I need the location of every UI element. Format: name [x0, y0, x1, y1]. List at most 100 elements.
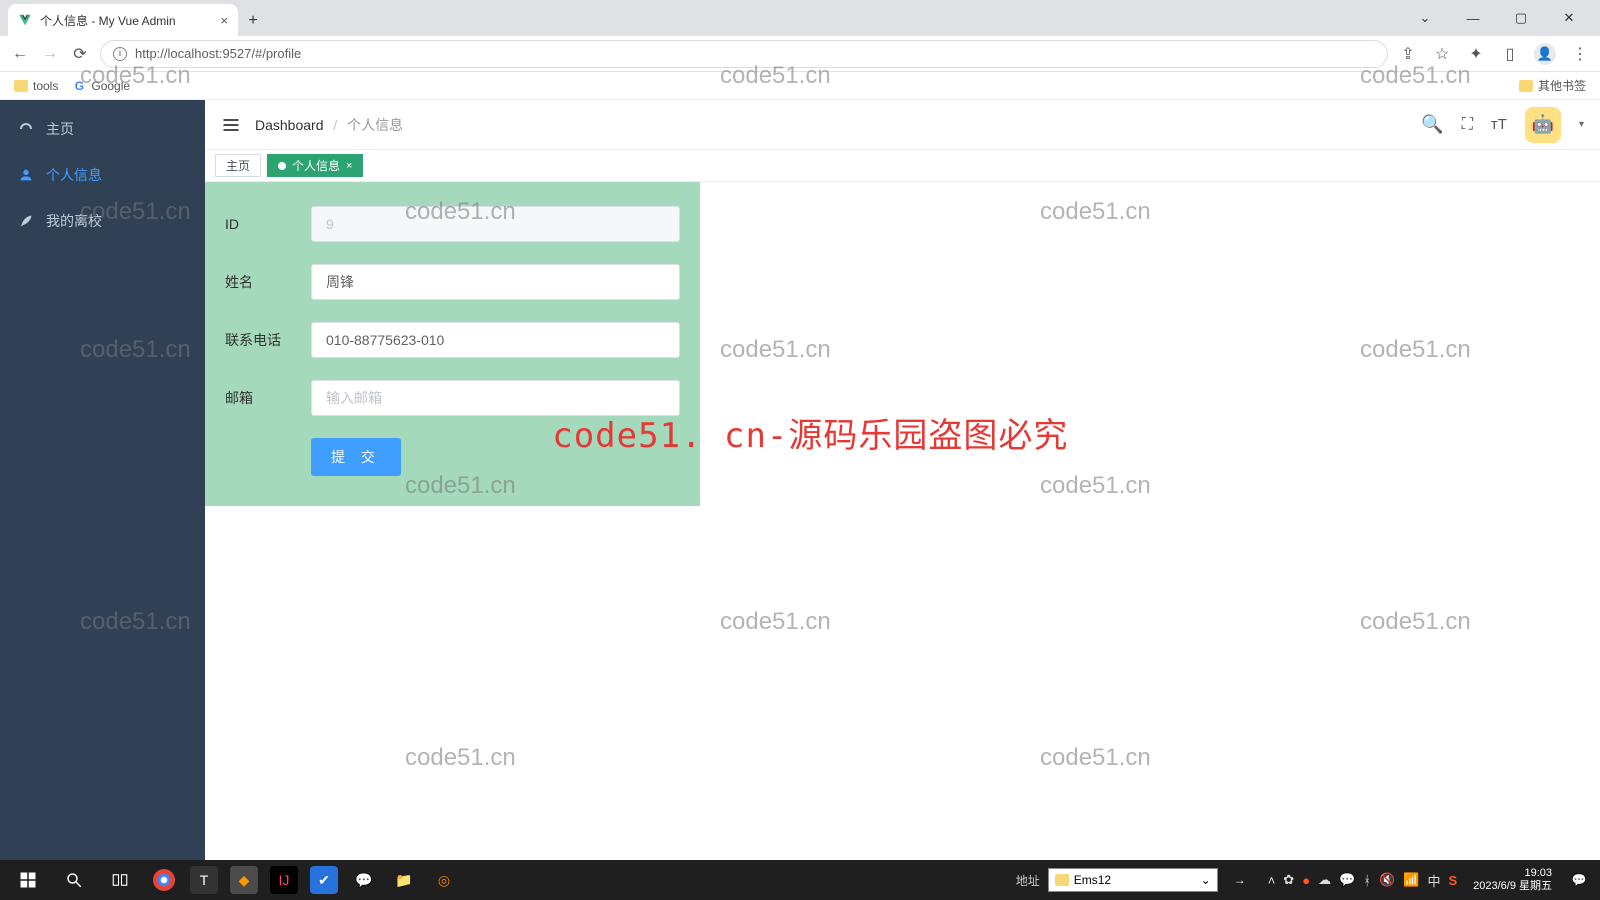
- tab-strip: 个人信息 - My Vue Admin × + ⌄ — ▢ ✕: [0, 0, 1600, 36]
- bookmarks-bar: tools GGoogle 其他书签: [0, 72, 1600, 100]
- google-icon: G: [72, 79, 86, 93]
- close-window-button[interactable]: ✕: [1546, 3, 1592, 33]
- phone-input[interactable]: [311, 322, 680, 358]
- tab-profile[interactable]: 个人信息 ×: [267, 154, 363, 177]
- tray-app2-icon[interactable]: ●: [1302, 873, 1310, 888]
- address-label: 地址: [1016, 872, 1040, 889]
- back-button[interactable]: ←: [10, 44, 30, 64]
- tray-ime-icon[interactable]: 中: [1427, 871, 1440, 890]
- sidebar-item-home[interactable]: 主页: [0, 106, 205, 152]
- tab-home[interactable]: 主页: [215, 154, 261, 177]
- crumb-root[interactable]: Dashboard: [255, 117, 324, 133]
- tray-onedrive-icon[interactable]: ☁: [1318, 872, 1331, 888]
- other-bookmarks[interactable]: 其他书签: [1519, 77, 1586, 94]
- windows-taskbar: T ◆ IJ ✔ 💬 📁 ◎ 地址 Ems12 ⌄ → ˄ ✿ ● ☁ 💬 ᚼ …: [0, 860, 1600, 900]
- form-row-name: 姓名: [225, 264, 680, 300]
- bookmark-tools[interactable]: tools: [14, 79, 58, 93]
- tray-wechat-icon[interactable]: 💬: [1339, 872, 1355, 888]
- tray-app-icon[interactable]: ✿: [1283, 872, 1294, 888]
- name-input[interactable]: [311, 264, 680, 300]
- avatar[interactable]: 🤖: [1525, 107, 1561, 143]
- search-icon[interactable]: 🔍: [1421, 114, 1443, 135]
- submit-button[interactable]: 提 交: [311, 438, 401, 476]
- tray-sogou-icon[interactable]: S: [1448, 873, 1457, 888]
- browser-toolbar: ← → ⟳ i http://localhost:9527/#/profile …: [0, 36, 1600, 72]
- explorer-path-input[interactable]: Ems12 ⌄: [1048, 868, 1218, 892]
- avatar-dropdown-caret[interactable]: ▾: [1579, 119, 1584, 130]
- tab-close-icon[interactable]: ×: [220, 13, 228, 28]
- id-input: [311, 206, 680, 242]
- sidebar-item-label: 主页: [46, 119, 74, 139]
- name-label: 姓名: [225, 272, 311, 292]
- taskbar-intellij-icon[interactable]: IJ: [270, 866, 298, 894]
- profile-form-card: ID 姓名 联系电话 邮箱 提 交: [205, 182, 700, 506]
- email-input[interactable]: [311, 380, 680, 416]
- tray-bluetooth-icon[interactable]: ᚼ: [1363, 873, 1371, 888]
- chevron-down-icon[interactable]: ⌄: [1201, 873, 1211, 887]
- app-root: 主页 个人信息 我的离校 Dashboard / 个人信息 🔍 ⛶ тT 🤖 ▾: [0, 100, 1600, 860]
- email-label: 邮箱: [225, 388, 311, 408]
- form-row-email: 邮箱: [225, 380, 680, 416]
- reading-list-icon[interactable]: ▯: [1500, 44, 1520, 64]
- explorer-go-button[interactable]: →: [1226, 861, 1254, 899]
- main-content: Dashboard / 个人信息 🔍 ⛶ тT 🤖 ▾ 主页 个人信息 ×: [205, 100, 1600, 860]
- address-bar[interactable]: i http://localhost:9527/#/profile: [100, 40, 1388, 68]
- taskbar-chrome-icon[interactable]: [150, 866, 178, 894]
- tray-up-icon[interactable]: ˄: [1268, 873, 1276, 888]
- tab-title: 个人信息 - My Vue Admin: [40, 12, 212, 29]
- tab-close-icon[interactable]: ×: [346, 160, 352, 172]
- active-dot-icon: [278, 162, 286, 170]
- system-tray: ˄ ✿ ● ☁ 💬 ᚼ 🔇 📶 中 S: [1268, 871, 1457, 890]
- fullscreen-icon[interactable]: ⛶: [1462, 116, 1473, 134]
- reload-button[interactable]: ⟳: [70, 44, 90, 64]
- hamburger-icon[interactable]: [221, 115, 241, 135]
- breadcrumb: Dashboard / 个人信息: [255, 115, 403, 135]
- bookmark-google[interactable]: GGoogle: [72, 79, 130, 93]
- toolbar-right-icons: ⇪ ☆ ✦ ▯ 👤 ⋮: [1398, 43, 1590, 65]
- forward-button[interactable]: →: [40, 44, 60, 64]
- sidebar-item-label: 个人信息: [46, 165, 102, 185]
- url-text: http://localhost:9527/#/profile: [135, 46, 301, 61]
- sidebar-item-profile[interactable]: 个人信息: [0, 152, 205, 198]
- taskbar-sublime-icon[interactable]: ◆: [230, 866, 258, 894]
- maximize-button[interactable]: ▢: [1498, 3, 1544, 33]
- folder-icon: [1055, 874, 1069, 886]
- vue-favicon: [18, 13, 32, 27]
- site-info-icon[interactable]: i: [113, 47, 127, 61]
- tabs-bar: 主页 个人信息 ×: [205, 150, 1600, 182]
- search-button[interactable]: [52, 861, 96, 899]
- page-body: ID 姓名 联系电话 邮箱 提 交: [205, 182, 1600, 860]
- topbar: Dashboard / 个人信息 🔍 ⛶ тT 🤖 ▾: [205, 100, 1600, 150]
- new-tab-button[interactable]: +: [238, 6, 268, 36]
- kebab-menu-icon[interactable]: ⋮: [1570, 44, 1590, 64]
- taskbar-app-t-icon[interactable]: T: [190, 866, 218, 894]
- taskbar-explorer-icon[interactable]: 📁: [390, 866, 418, 894]
- taskbar-clock[interactable]: 19:03 2023/6/9 星期五: [1473, 867, 1552, 892]
- taskbar-netease-icon[interactable]: ◎: [430, 866, 458, 894]
- form-row-id: ID: [225, 206, 680, 242]
- dashboard-icon: [18, 121, 34, 137]
- share-icon[interactable]: ⇪: [1398, 44, 1418, 64]
- task-view-button[interactable]: [98, 861, 142, 899]
- minimize-button[interactable]: —: [1450, 3, 1496, 33]
- taskbar-wechat-icon[interactable]: 💬: [350, 866, 378, 894]
- feather-icon: [18, 213, 34, 229]
- topbar-right: 🔍 ⛶ тT 🤖 ▾: [1421, 107, 1584, 143]
- bookmark-star-icon[interactable]: ☆: [1432, 44, 1452, 64]
- sidebar-item-label: 我的离校: [46, 211, 102, 231]
- start-button[interactable]: [6, 861, 50, 899]
- browser-tab[interactable]: 个人信息 - My Vue Admin ×: [8, 4, 238, 36]
- sidebar-item-leave[interactable]: 我的离校: [0, 198, 205, 244]
- taskbar-left: T ◆ IJ ✔ 💬 📁 ◎: [6, 861, 458, 899]
- taskbar-right: 地址 Ems12 ⌄ → ˄ ✿ ● ☁ 💬 ᚼ 🔇 📶 中 S 19:03 2…: [1016, 861, 1594, 899]
- notifications-button[interactable]: 💬: [1564, 865, 1594, 895]
- chevron-down-icon[interactable]: ⌄: [1402, 3, 1448, 33]
- tray-wifi-icon[interactable]: 📶: [1403, 872, 1419, 888]
- tray-volume-icon[interactable]: 🔇: [1379, 872, 1395, 888]
- chrome-profile-icon[interactable]: 👤: [1534, 43, 1556, 65]
- taskbar-todo-icon[interactable]: ✔: [310, 866, 338, 894]
- font-size-icon[interactable]: тT: [1491, 116, 1507, 133]
- phone-label: 联系电话: [225, 330, 311, 350]
- taskbar-apps: T ◆ IJ ✔ 💬 📁 ◎: [150, 866, 458, 894]
- extensions-icon[interactable]: ✦: [1466, 44, 1486, 64]
